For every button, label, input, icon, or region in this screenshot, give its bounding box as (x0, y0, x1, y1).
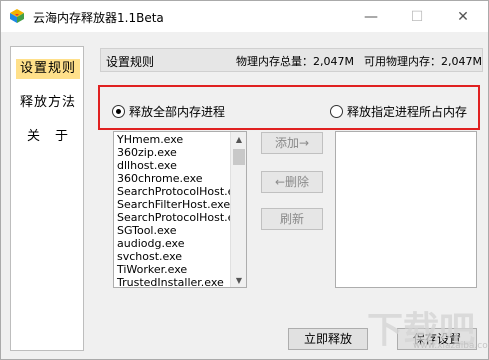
close-icon: ✕ (457, 8, 469, 25)
minimize-icon: — (364, 8, 378, 25)
delete-button[interactable]: ←删除 (261, 171, 323, 193)
list-item[interactable]: audiodg.exe (117, 237, 184, 250)
list-item[interactable]: 360chrome.exe (117, 172, 203, 185)
sidebar-nav: 设置规则 释放方法 关 于 (10, 46, 84, 351)
sidebar-item-rules[interactable]: 设置规则 (16, 59, 80, 79)
refresh-button[interactable]: 刷新 (261, 208, 323, 230)
list-item[interactable]: dllhost.exe (117, 159, 177, 172)
scroll-up-icon[interactable]: ▲ (231, 132, 247, 146)
list-item[interactable]: SGTool.exe (117, 224, 177, 237)
sidebar-item-about[interactable]: 关 于 (16, 127, 80, 147)
page-title: 设置规则 (106, 55, 155, 69)
app-window: 云海内存释放器1.1Beta — ☐ ✕ 设置规则 释放方法 关 于 设置规则 … (0, 0, 489, 360)
release-now-button[interactable]: 立即释放 (288, 328, 368, 350)
radio-release-specific-label[interactable]: 释放指定进程所占内存 (347, 103, 467, 120)
radio-release-specific[interactable] (330, 105, 343, 118)
list-item[interactable]: 360zip.exe (117, 146, 177, 159)
list-item[interactable]: svchost.exe (117, 250, 182, 263)
title-bar[interactable]: 云海内存释放器1.1Beta — ☐ ✕ (1, 1, 488, 32)
radio-release-all[interactable] (112, 105, 125, 118)
process-list-scrollbar[interactable]: ▲ ▼ (230, 132, 246, 287)
release-mode-group: 释放全部内存进程 释放指定进程所占内存 (98, 85, 480, 130)
close-button[interactable]: ✕ (440, 1, 486, 32)
available-memory-label: 可用物理内存：2,047M (364, 55, 482, 68)
watermark-logo: 下载吧 www.xiazaiba.com (361, 301, 489, 356)
process-list[interactable]: YHmem.exe 360zip.exe dllhost.exe 360chro… (113, 131, 247, 288)
total-memory-label: 物理内存总量：2,047M (236, 55, 354, 68)
list-item[interactable]: SearchProtocolHost.exe (117, 211, 246, 224)
app-logo-icon (10, 9, 24, 23)
scroll-thumb[interactable] (233, 149, 245, 165)
minimize-button[interactable]: — (348, 1, 394, 32)
watermark-url: www.xiazaiba.com (413, 341, 489, 351)
maximize-button[interactable]: ☐ (394, 1, 440, 32)
list-item[interactable]: SearchFilterHost.exe (117, 198, 230, 211)
window-title: 云海内存释放器1.1Beta (33, 11, 164, 25)
list-item[interactable]: SearchProtocolHost.exe (117, 185, 246, 198)
sidebar-item-release-method[interactable]: 释放方法 (16, 93, 80, 113)
maximize-icon: ☐ (410, 8, 424, 25)
list-item[interactable]: TiWorker.exe (117, 263, 187, 276)
list-item[interactable]: YHmem.exe (117, 133, 183, 146)
memory-header: 设置规则 物理内存总量：2,047M 可用物理内存：2,047M (100, 48, 483, 72)
selected-process-list[interactable] (335, 131, 477, 288)
radio-release-all-label[interactable]: 释放全部内存进程 (129, 103, 225, 120)
add-button[interactable]: 添加→ (261, 132, 323, 154)
list-item[interactable]: TrustedInstaller.exe (117, 276, 224, 287)
scroll-down-icon[interactable]: ▼ (231, 273, 247, 287)
